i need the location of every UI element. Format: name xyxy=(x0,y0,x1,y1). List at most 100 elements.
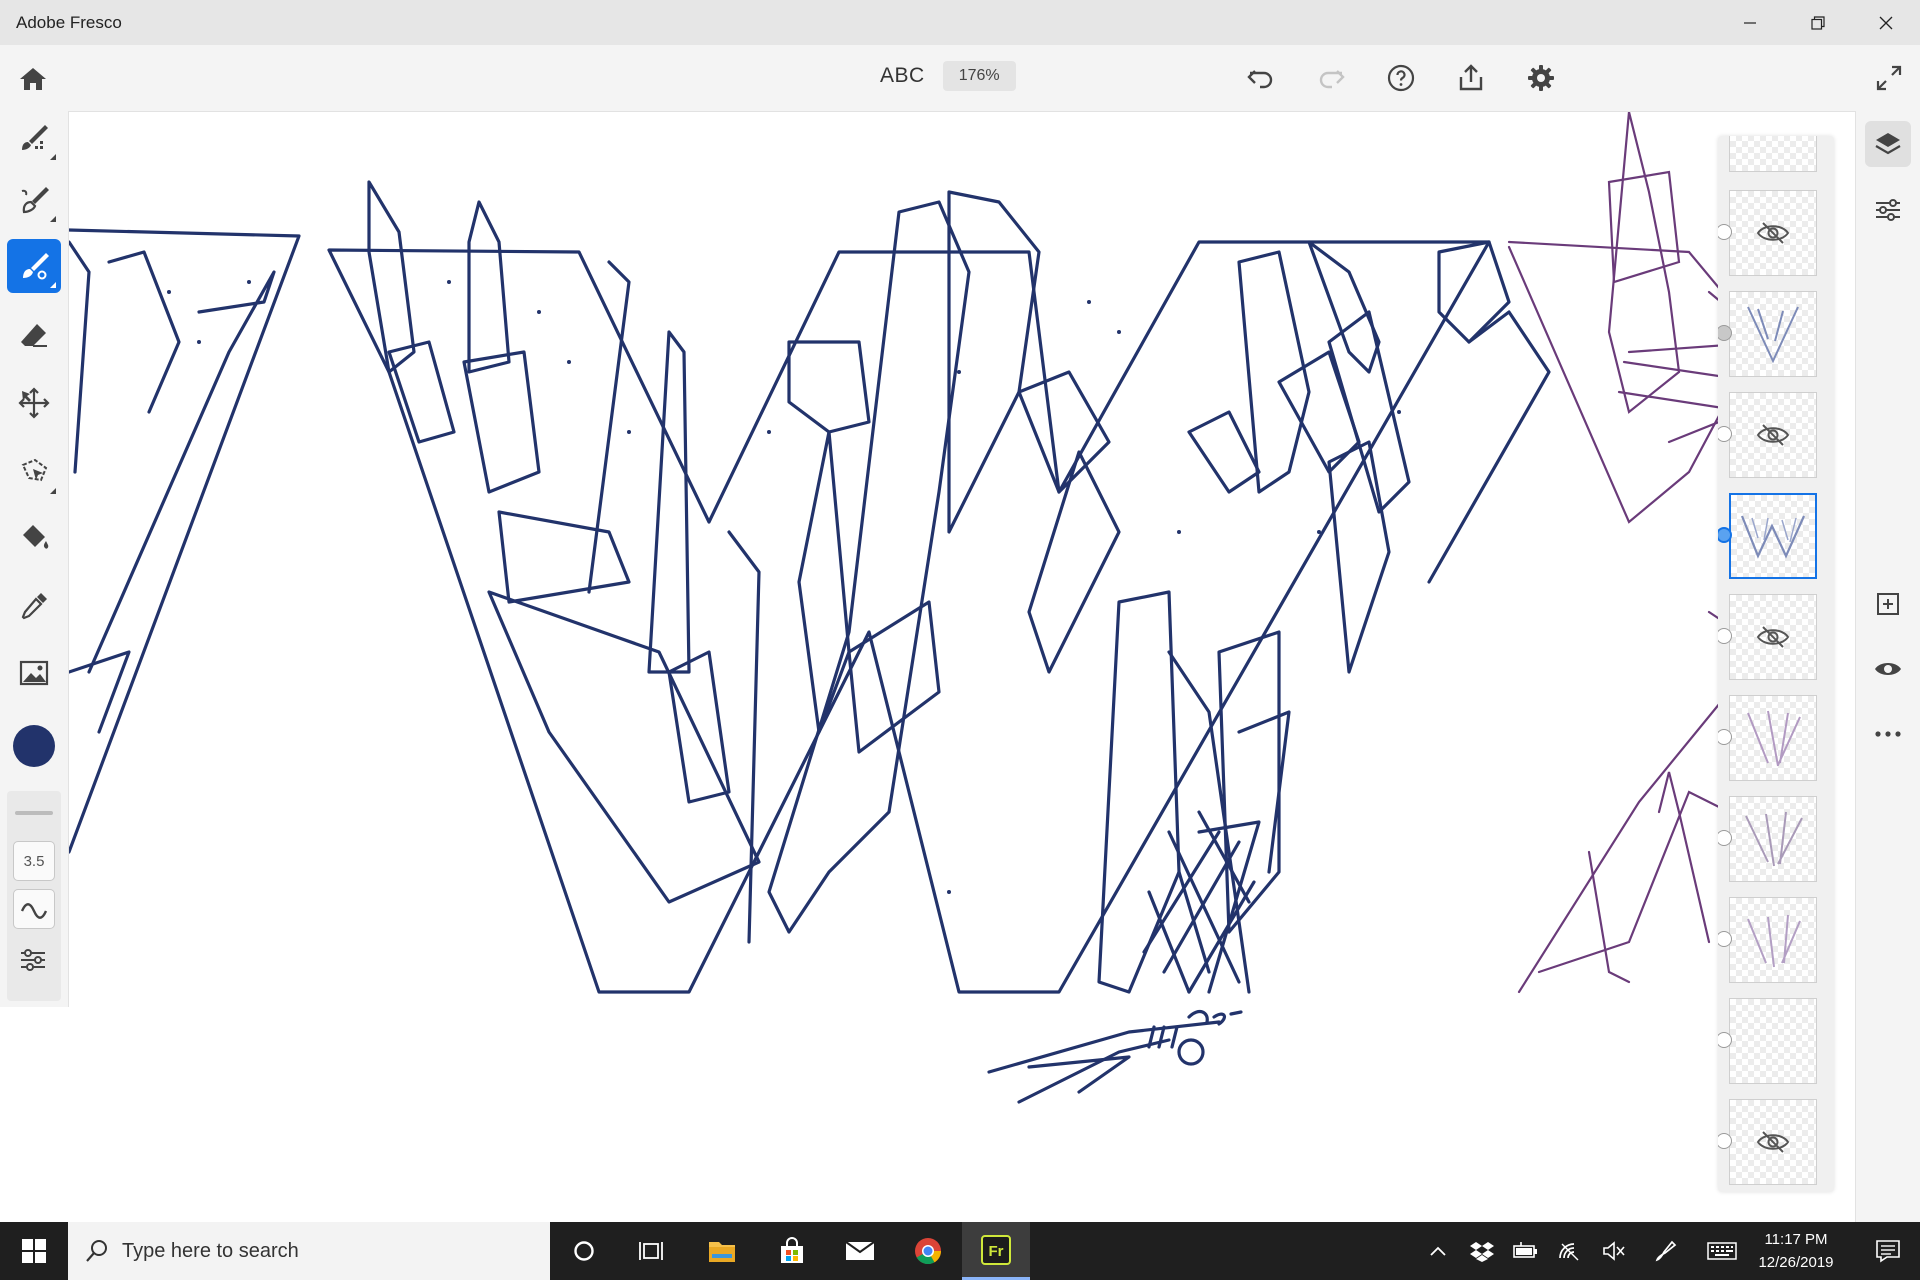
layer-thumbnail-9[interactable] xyxy=(1729,897,1817,983)
mail-button[interactable] xyxy=(826,1222,894,1280)
flow-slider[interactable] xyxy=(7,803,61,823)
cortana-button[interactable] xyxy=(550,1222,618,1280)
battery-tray-button[interactable] xyxy=(1506,1222,1546,1280)
pixel-brush-tool[interactable] xyxy=(7,111,61,165)
title-bar: Adobe Fresco xyxy=(0,0,1920,45)
layer-thumbnail-8[interactable] xyxy=(1729,796,1817,882)
battery-icon xyxy=(1513,1242,1537,1258)
layer-preview xyxy=(1747,710,1801,767)
move-icon xyxy=(18,387,50,419)
add-layer-button[interactable] xyxy=(1865,581,1911,627)
keyboard-tray-button[interactable] xyxy=(1702,1222,1742,1280)
mail-icon xyxy=(845,1241,875,1260)
sliders-icon xyxy=(21,949,45,971)
layer-preview xyxy=(1747,914,1801,968)
right-panel-bar xyxy=(1855,111,1920,1222)
restore-icon xyxy=(1811,15,1825,30)
brush-properties-button[interactable] xyxy=(13,941,53,979)
layers-button[interactable] xyxy=(1865,121,1911,167)
undo-button[interactable] xyxy=(1242,60,1280,96)
tool-bar: 3.5 xyxy=(0,111,69,1007)
maximize-button[interactable] xyxy=(1784,0,1852,45)
eyedropper-tool[interactable] xyxy=(7,579,61,633)
minimize-button[interactable] xyxy=(1716,0,1784,45)
share-icon xyxy=(1459,64,1483,91)
layer-preview xyxy=(1745,811,1803,867)
notification-icon xyxy=(1876,1240,1900,1263)
document-info: ABC 176% xyxy=(880,61,1016,91)
clock-date: 12/26/2019 xyxy=(1758,1254,1834,1271)
layer-visibility-button[interactable] xyxy=(1865,646,1911,692)
layer-thumbnail-6[interactable] xyxy=(1729,594,1817,680)
taskbar-clock[interactable]: 11:17 PM 12/26/2019 xyxy=(1748,1228,1844,1274)
lasso-icon xyxy=(21,458,48,482)
transform-tool[interactable] xyxy=(7,376,61,430)
help-button[interactable] xyxy=(1382,60,1420,96)
keyboard-icon xyxy=(1707,1242,1737,1260)
layer-thumbnail-1[interactable] xyxy=(1729,136,1817,172)
cortana-icon xyxy=(574,1241,594,1261)
pen-tray-button[interactable] xyxy=(1646,1222,1686,1280)
eye-hidden-icon xyxy=(1756,424,1790,446)
help-icon xyxy=(1387,64,1415,92)
fill-tool[interactable] xyxy=(7,511,61,565)
dropbox-tray-button[interactable] xyxy=(1462,1222,1502,1280)
live-brush-icon xyxy=(21,187,49,214)
layer-thumbnail-4[interactable] xyxy=(1729,392,1817,478)
layer-thumbnail-7[interactable] xyxy=(1729,695,1817,781)
layers-icon xyxy=(1875,133,1901,155)
fullscreen-button[interactable] xyxy=(1870,60,1908,96)
task-view-button[interactable] xyxy=(618,1222,686,1280)
store-button[interactable] xyxy=(758,1222,826,1280)
layer-thumbnail-10[interactable] xyxy=(1729,998,1817,1084)
home-icon xyxy=(20,68,46,90)
smoothing-button[interactable] xyxy=(13,889,55,929)
more-options-button[interactable] xyxy=(1865,711,1911,757)
eye-icon xyxy=(1875,663,1901,675)
windows-logo-icon xyxy=(22,1239,46,1263)
place-image-tool[interactable] xyxy=(7,646,61,700)
eye-hidden-icon xyxy=(1756,222,1790,244)
paint-bucket-icon xyxy=(23,525,49,549)
show-hidden-icons-button[interactable] xyxy=(1418,1222,1458,1280)
settings-button[interactable] xyxy=(1522,60,1560,96)
gear-icon xyxy=(1528,65,1554,91)
file-explorer-button[interactable] xyxy=(688,1222,756,1280)
live-brush-tool[interactable] xyxy=(7,173,61,227)
zoom-level[interactable]: 176% xyxy=(942,61,1016,91)
layer-thumbnail-3[interactable] xyxy=(1729,291,1817,377)
layer-thumbnail-2[interactable] xyxy=(1729,190,1817,276)
layer-thumbnail-11[interactable] xyxy=(1729,1099,1817,1185)
chrome-button[interactable] xyxy=(894,1222,962,1280)
start-button[interactable] xyxy=(0,1222,68,1280)
taskbar-search-box[interactable]: Type here to search xyxy=(68,1222,550,1280)
eye-hidden-icon xyxy=(1756,1131,1790,1153)
share-button[interactable] xyxy=(1452,60,1490,96)
task-view-icon xyxy=(639,1242,663,1260)
app-header: ABC 176% xyxy=(0,45,1920,112)
eraser-icon xyxy=(21,324,47,347)
lasso-tool[interactable] xyxy=(7,445,61,499)
action-center-button[interactable] xyxy=(1856,1222,1920,1280)
network-tray-button[interactable] xyxy=(1550,1222,1590,1280)
document-name[interactable]: ABC xyxy=(880,64,925,88)
volume-tray-button[interactable] xyxy=(1594,1222,1634,1280)
chrome-icon xyxy=(915,1238,942,1265)
layer-thumbnail-5-selected[interactable] xyxy=(1729,493,1817,579)
brush-size-box[interactable]: 3.5 xyxy=(13,841,55,881)
chevron-up-icon xyxy=(1430,1246,1446,1256)
fresco-taskbar-button[interactable]: Fr xyxy=(962,1222,1030,1280)
drawing-canvas[interactable] xyxy=(69,112,1855,1222)
layer-properties-button[interactable] xyxy=(1865,187,1911,233)
wave-icon xyxy=(20,903,48,919)
redo-button[interactable] xyxy=(1312,60,1350,96)
vector-brush-tool[interactable] xyxy=(7,239,61,293)
home-button[interactable] xyxy=(14,61,52,97)
eraser-tool[interactable] xyxy=(7,309,61,363)
store-icon xyxy=(781,1237,803,1263)
layer-preview xyxy=(1740,515,1806,559)
vector-brush-icon xyxy=(23,253,49,280)
close-button[interactable] xyxy=(1852,0,1920,45)
brush-settings-panel: 3.5 xyxy=(7,791,61,1001)
color-swatch[interactable] xyxy=(13,725,55,767)
